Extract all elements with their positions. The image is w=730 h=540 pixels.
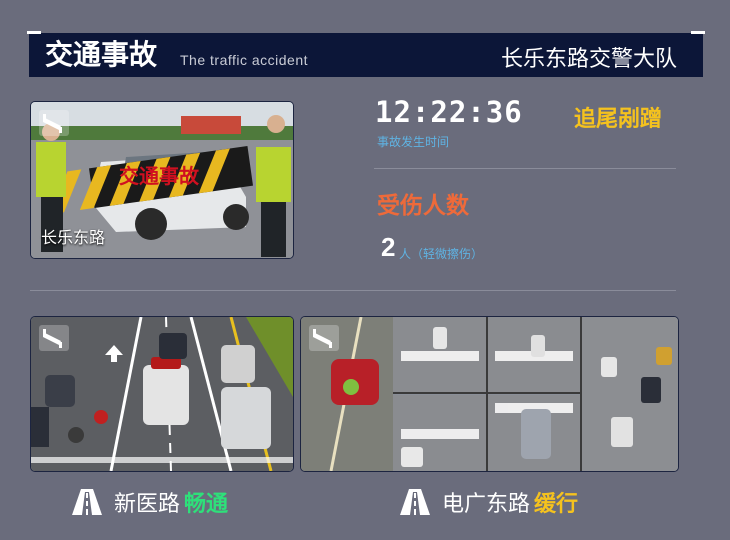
camera-feed-xinyi-road[interactable]	[30, 316, 294, 472]
camera-feed-dianguang-east-road[interactable]	[300, 316, 679, 472]
section-divider	[30, 290, 676, 291]
road-status-dianguang: 电广东路 缓行	[400, 486, 578, 518]
road-name: 新医路	[114, 492, 181, 517]
multi-view-traffic-image	[301, 317, 678, 471]
cctv-camera-icon	[309, 325, 339, 351]
page-title-english: The traffic accident	[180, 52, 309, 68]
accident-type: 追尾剐蹭	[574, 107, 663, 132]
road-traffic-status: 畅通	[184, 492, 229, 517]
road-status-xinyi: 新医路 畅通	[72, 486, 228, 518]
injured-title: 受伤人数	[377, 193, 469, 219]
accident-time-label: 事故发生时间	[377, 135, 450, 149]
header-corner-right	[691, 31, 705, 34]
accident-time: 12:22:36	[375, 95, 523, 129]
injured-unit: 人（轻微擦伤）	[399, 247, 484, 261]
road-icon	[72, 489, 102, 515]
page-title: 交通事故	[45, 38, 158, 71]
cctv-camera-icon	[39, 325, 69, 351]
road-name: 电广东路	[442, 492, 531, 517]
main-camera-location: 长乐东路	[41, 228, 106, 247]
road-icon	[400, 489, 430, 515]
police-unit-name: 长乐东路交警大队	[500, 47, 677, 72]
road-traffic-status: 缓行	[534, 492, 579, 517]
injured-count: 2	[381, 232, 396, 262]
road-traffic-image	[31, 317, 293, 471]
cctv-camera-icon	[39, 110, 69, 136]
accident-banner-text: 交通事故	[119, 164, 199, 188]
main-camera-feed[interactable]: 交通事故 长乐东路	[30, 101, 294, 259]
info-divider	[374, 168, 676, 169]
header-bar: 交通事故 The traffic accident 长乐东路交警大队	[27, 31, 705, 77]
header-corner-left	[27, 31, 41, 34]
